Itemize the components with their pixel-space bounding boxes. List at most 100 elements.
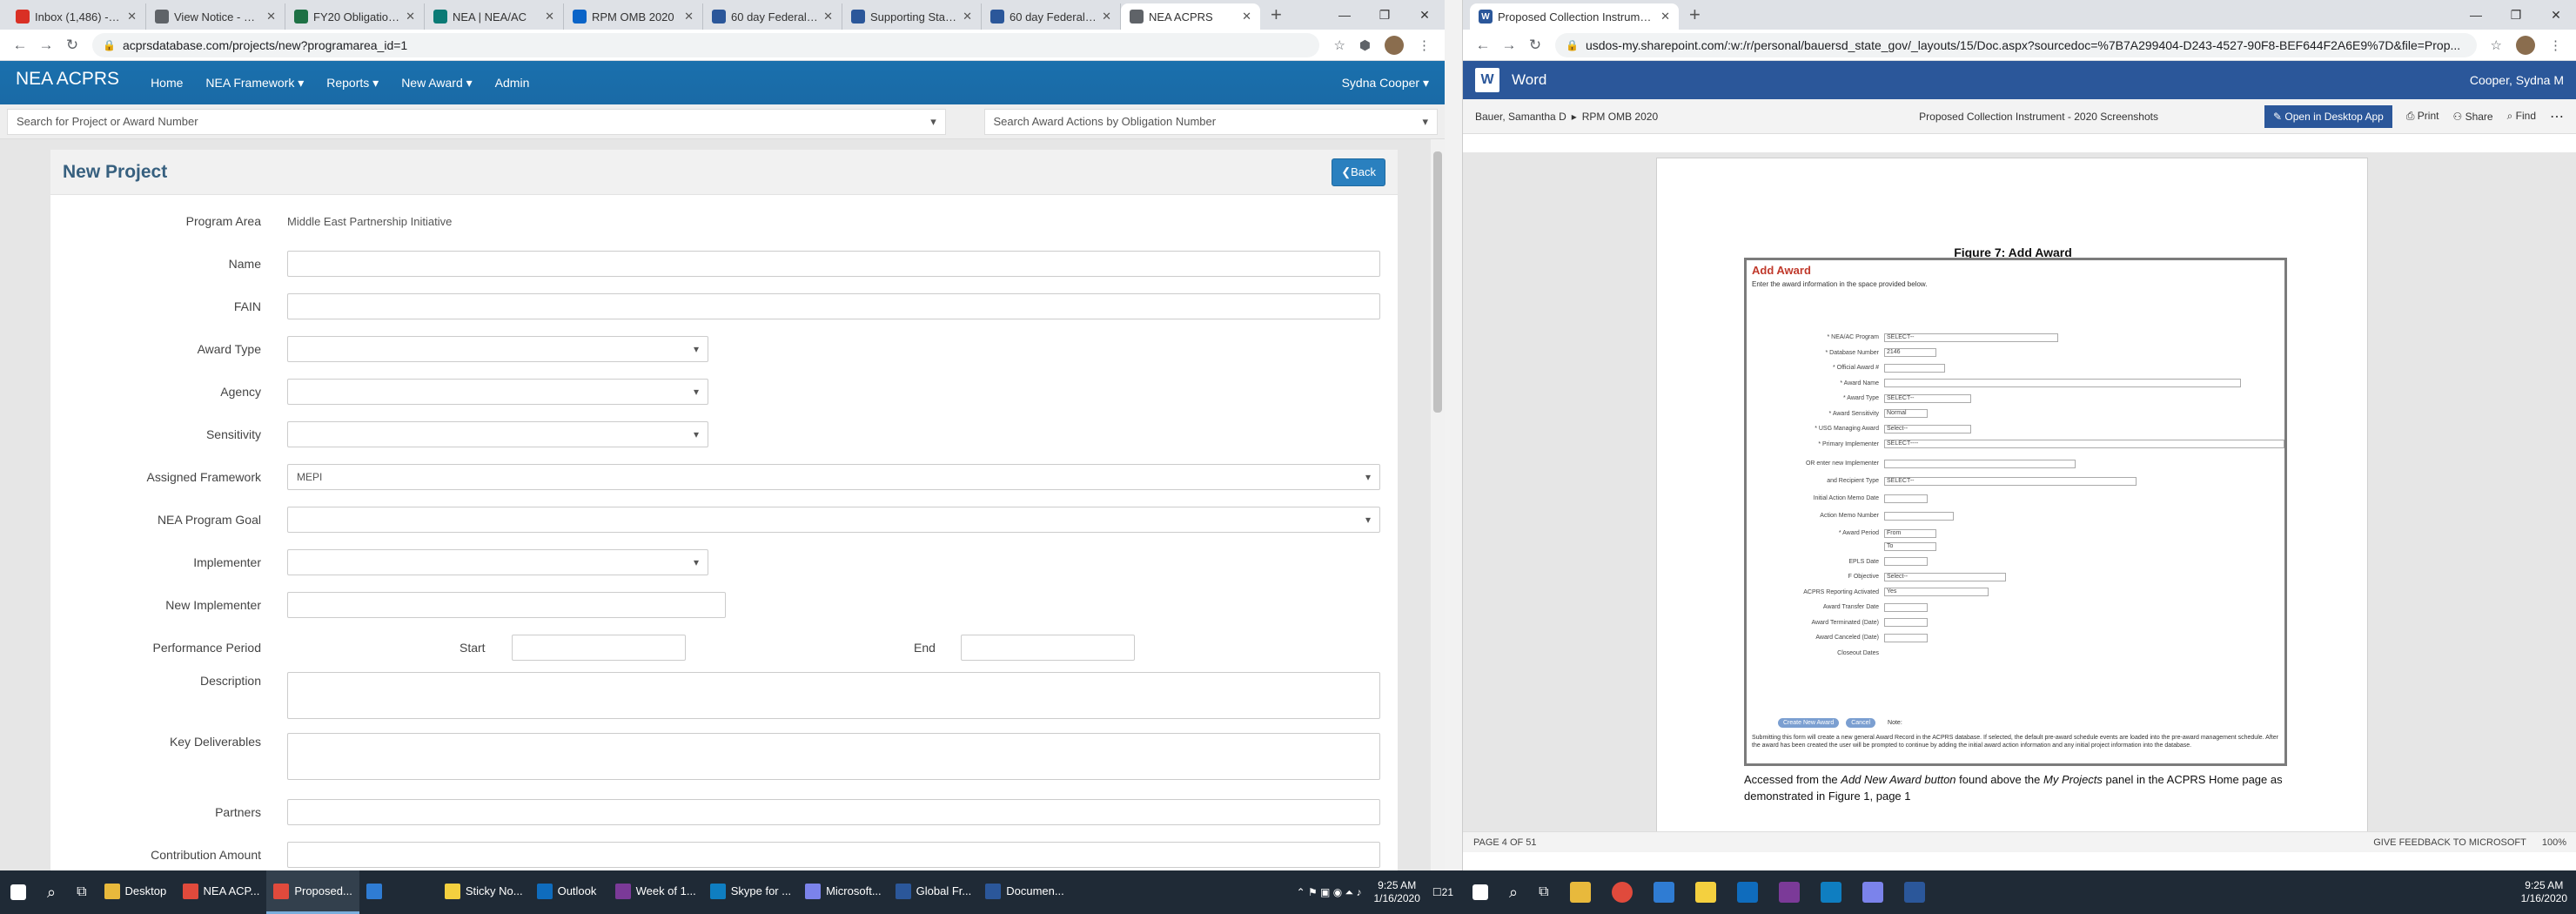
close-icon[interactable]: ✕ (823, 10, 833, 24)
nav-home[interactable]: Home (151, 76, 183, 90)
award-action-search-input[interactable]: Search Award Actions by Obligation Numbe… (983, 108, 1438, 135)
implementer-select[interactable]: ▾ (287, 549, 708, 575)
windows-start-icon[interactable] (10, 884, 26, 900)
close-icon[interactable]: ✕ (1660, 10, 1670, 24)
user-menu[interactable]: Sydna Cooper ▾ (1342, 76, 1429, 91)
description-textarea[interactable] (287, 672, 1380, 719)
taskbar-app-1[interactable]: NEA ACP... (176, 870, 267, 914)
breadcrumb-owner[interactable]: Bauer, Samantha D (1475, 111, 1566, 123)
breadcrumb-folder[interactable]: RPM OMB 2020 (1582, 111, 1658, 123)
clock[interactable]: 9:25 AM 1/16/2020 (1373, 879, 1419, 905)
close-icon[interactable]: ✕ (1242, 10, 1251, 24)
taskbar-app-0[interactable]: Desktop (97, 870, 176, 914)
maximize-icon[interactable]: ❐ (1365, 0, 1405, 30)
find-button[interactable]: ⌕ Find (2507, 110, 2536, 123)
nav-reports[interactable]: Reports ▾ (326, 76, 379, 91)
outlook-icon[interactable] (1736, 882, 1758, 903)
close-icon[interactable]: ✕ (1102, 10, 1111, 24)
word-user[interactable]: Cooper, Sydna M (2470, 73, 2564, 87)
tab-4[interactable]: RPM OMB 2020 ✕ (564, 3, 703, 30)
file-explorer-icon[interactable] (1569, 882, 1591, 903)
new-implementer-input[interactable] (287, 592, 726, 618)
tab-3[interactable]: NEA | NEA/AC ✕ (425, 3, 564, 30)
reload-icon[interactable]: ↻ (59, 37, 85, 54)
close-icon[interactable]: ✕ (963, 10, 972, 24)
chrome-icon[interactable] (1611, 882, 1633, 903)
edge-icon[interactable] (1653, 882, 1674, 903)
close-icon[interactable]: ✕ (266, 10, 276, 24)
menu-icon[interactable]: ⋮ (2549, 37, 2562, 53)
windows-start-icon[interactable] (1472, 884, 1488, 900)
new-tab-icon[interactable]: + (1679, 3, 1711, 26)
app-brand[interactable]: NEA ACPRS (16, 69, 119, 90)
tray-icons[interactable]: ⌃ ⚑ ▣ ◉ ⏶ ♪ (1297, 886, 1362, 899)
project-search-input[interactable]: Search for Project or Award Number ▾ (7, 108, 946, 135)
extension-icon[interactable]: ⬢ (1359, 37, 1371, 53)
taskbar-app-5[interactable]: Outlook (530, 870, 608, 914)
sensitivity-select[interactable]: ▾ (287, 421, 708, 447)
tab-7[interactable]: 60 day Federal Re ✕ (982, 3, 1121, 30)
name-input[interactable] (287, 251, 1380, 277)
back-button[interactable]: ❮Back (1332, 158, 1385, 186)
taskbar-app-7[interactable]: Skype for ... (703, 870, 798, 914)
start-date-input[interactable] (512, 635, 686, 661)
tab-2[interactable]: FY20 Obligation T ✕ (285, 3, 425, 30)
profile-avatar[interactable] (2516, 35, 2535, 55)
teams-icon[interactable] (1862, 882, 1883, 903)
zoom-level[interactable]: 100% (2542, 837, 2566, 848)
tab-proposed-collection[interactable]: W Proposed Collection Instrument ✕ (1470, 3, 1679, 30)
maximize-icon[interactable]: ❐ (2496, 0, 2536, 30)
nav-new-award[interactable]: New Award ▾ (401, 76, 472, 91)
more-icon[interactable]: ⋯ (2550, 108, 2564, 125)
onenote-icon[interactable] (1778, 882, 1800, 903)
page-scrollbar[interactable] (1431, 139, 1445, 870)
clock[interactable]: 9:25 AM 1/16/2020 (2521, 879, 2567, 905)
feedback-link[interactable]: GIVE FEEDBACK TO MICROSOFT (2373, 837, 2526, 848)
taskbar-app-2[interactable]: Proposed... (266, 870, 359, 914)
forward-icon[interactable]: → (33, 37, 59, 54)
back-icon[interactable]: ← (1470, 37, 1496, 54)
award-type-select[interactable]: ▾ (287, 336, 708, 362)
end-date-input[interactable] (961, 635, 1135, 661)
tab-6[interactable]: Supporting Statem ✕ (842, 3, 982, 30)
profile-avatar[interactable] (1385, 35, 1404, 55)
menu-icon[interactable]: ⋮ (1418, 37, 1431, 53)
key-deliverables-textarea[interactable] (287, 733, 1380, 780)
agency-select[interactable]: ▾ (287, 379, 708, 405)
star-icon[interactable]: ☆ (2491, 37, 2502, 53)
star-icon[interactable]: ☆ (1333, 37, 1345, 53)
close-window-icon[interactable]: ✕ (1405, 0, 1445, 30)
taskbar-app-4[interactable]: Sticky No... (438, 870, 530, 914)
task-view-icon[interactable]: ⧉ (77, 884, 86, 900)
word-icon[interactable] (1903, 882, 1925, 903)
skype-icon[interactable] (1820, 882, 1841, 903)
task-view-icon[interactable]: ⧉ (1539, 884, 1548, 900)
right-url-field[interactable]: 🔒 usdos-my.sharepoint.com/:w:/r/personal… (1555, 32, 2477, 57)
tab-8[interactable]: NEA ACPRS ✕ (1121, 3, 1260, 30)
nav-admin[interactable]: Admin (495, 76, 530, 90)
taskbar-app-6[interactable]: Week of 1... (608, 870, 703, 914)
search-icon[interactable]: ⌕ (1509, 884, 1518, 902)
new-tab-icon[interactable]: + (1260, 3, 1292, 26)
left-url-field[interactable]: 🔒 acprsdatabase.com/projects/new?program… (92, 32, 1320, 57)
open-desktop-button[interactable]: ✎ Open in Desktop App (2264, 104, 2392, 128)
program-goal-select[interactable]: ▾ (287, 507, 1380, 533)
search-icon[interactable]: ⌕ (47, 884, 56, 902)
taskbar-app-8[interactable]: Microsoft... (798, 870, 889, 914)
taskbar-app-3[interactable] (359, 870, 438, 914)
close-window-icon[interactable]: ✕ (2536, 0, 2576, 30)
minimize-icon[interactable]: — (1325, 0, 1365, 30)
taskbar-app-10[interactable]: Documen... (978, 870, 1070, 914)
close-icon[interactable]: ✕ (406, 10, 415, 24)
share-button[interactable]: ⚇ Share (2452, 111, 2492, 123)
minimize-icon[interactable]: — (2456, 0, 2496, 30)
contribution-input[interactable] (287, 842, 1380, 868)
close-icon[interactable]: ✕ (127, 10, 137, 24)
tab-0[interactable]: Inbox (1,486) - co ✕ (7, 3, 146, 30)
taskbar-app-9[interactable]: Global Fr... (889, 870, 979, 914)
close-icon[interactable]: ✕ (684, 10, 694, 24)
print-button[interactable]: ⎙ Print (2406, 110, 2439, 123)
tab-5[interactable]: 60 day Federal Re ✕ (703, 3, 842, 30)
assigned-framework-select[interactable]: MEPI ▾ (287, 464, 1380, 490)
partners-input[interactable] (287, 799, 1380, 825)
